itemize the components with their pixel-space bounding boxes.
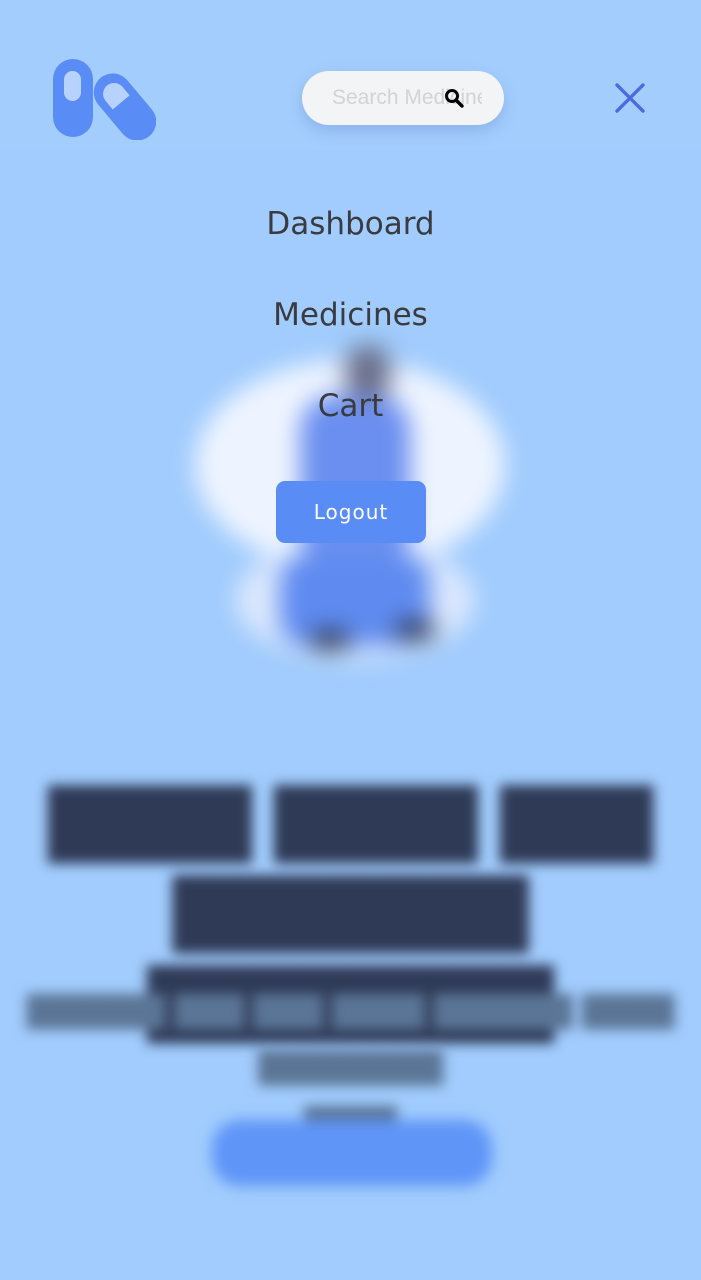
search-bar xyxy=(302,71,504,125)
search-icon[interactable] xyxy=(444,88,464,108)
header xyxy=(0,0,701,150)
logout-button[interactable]: Logout xyxy=(276,481,426,543)
pills-icon[interactable] xyxy=(52,58,156,140)
menu-item-dashboard[interactable]: Dashboard xyxy=(0,206,701,242)
hero-cloud-lower xyxy=(235,540,475,660)
menu-item-cart[interactable]: Cart xyxy=(0,388,701,424)
hero-shoe xyxy=(310,630,350,650)
menu-item-medicines[interactable]: Medicines xyxy=(0,297,701,333)
hero-person-legs xyxy=(280,555,430,645)
hero-cta-blurred xyxy=(212,1120,492,1186)
hero-shoe xyxy=(395,620,435,640)
close-icon[interactable] xyxy=(612,80,648,116)
